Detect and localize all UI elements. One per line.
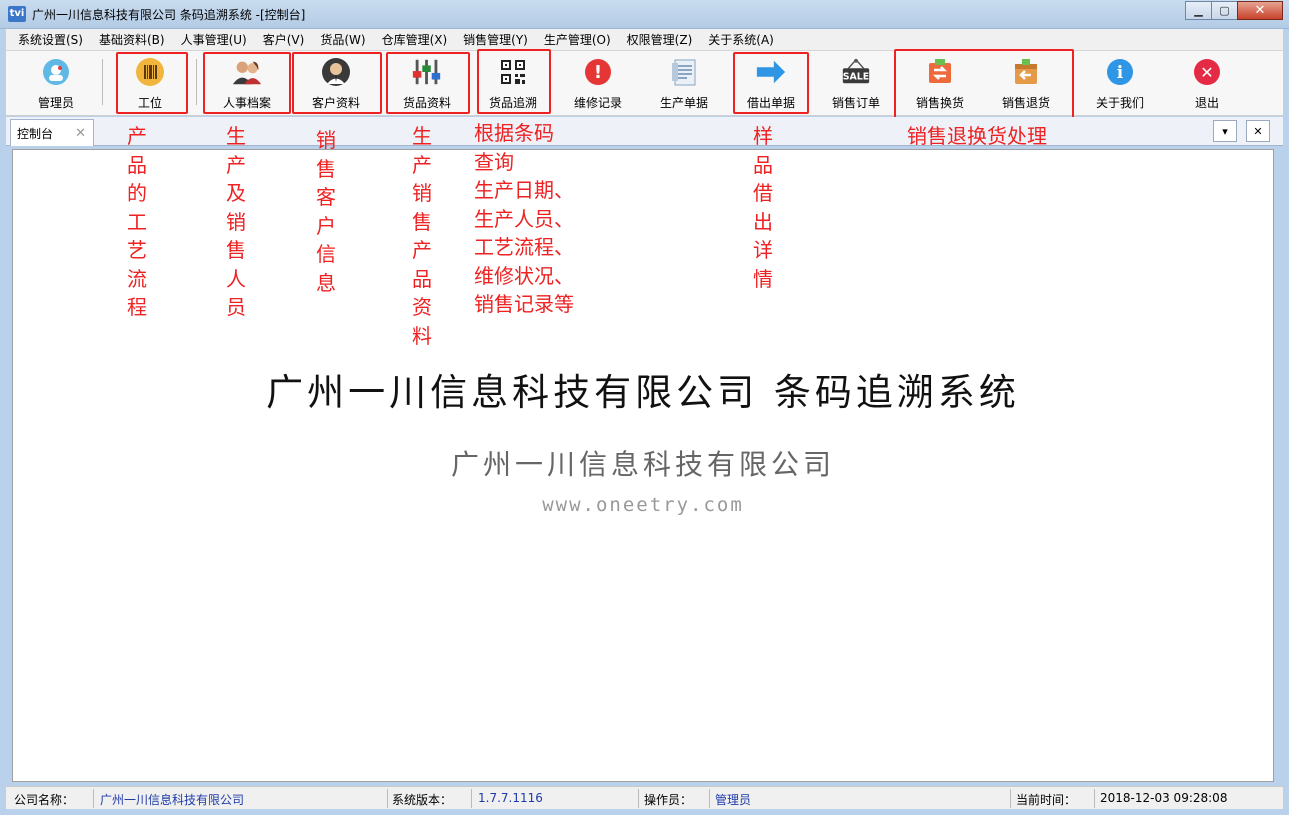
- highlight-personnel: [203, 52, 291, 114]
- status-separator: [1010, 789, 1011, 808]
- annotation-trace-line: 维修状况、: [474, 263, 574, 288]
- tab-close-icon[interactable]: ✕: [75, 126, 86, 141]
- system-title: 广州一川信息科技有限公司 条码追溯系统: [266, 371, 1020, 414]
- toolbar-separator: [102, 59, 103, 105]
- menu-goods[interactable]: 货品(W): [312, 30, 373, 50]
- about-us-label: 关于我们: [1095, 96, 1144, 110]
- highlight-workstation: [116, 52, 188, 114]
- exit-icon: ✕: [1191, 56, 1223, 88]
- console-content: 产品的工艺流程 生产及销售人员 销售客户信息 生产销售产品资料 根据条码 查询 …: [12, 121, 1274, 782]
- menu-warehouse[interactable]: 仓库管理(X): [374, 30, 456, 50]
- company-name-value: 广州一川信息科技有限公司: [100, 793, 245, 807]
- annotation-trace-line: 生产日期、: [474, 178, 574, 202]
- status-separator: [93, 789, 94, 808]
- tab-strip: 控制台 ✕ ▾ ✕: [6, 117, 1283, 146]
- exit-button[interactable]: ✕ 退出: [1172, 51, 1242, 115]
- menu-bar: 系统设置(S) 基础资料(B) 人事管理(U) 客户(V) 货品(W) 仓库管理…: [6, 29, 1283, 51]
- menu-customer[interactable]: 客户(V): [255, 30, 313, 50]
- highlight-exchange-return: [894, 49, 1074, 124]
- highlight-goods: [386, 52, 470, 114]
- production-docs-label: 生产单据: [659, 96, 708, 110]
- window-title: 广州一川信息科技有限公司 条码追溯系统 -[控制台]: [32, 8, 306, 22]
- status-separator: [387, 789, 388, 808]
- version-label: 系统版本：: [392, 793, 453, 807]
- sales-orders-label: 销售订单: [831, 96, 880, 110]
- annotation-exchange: 销售退换货处理: [907, 124, 1047, 148]
- company-name-label: 公司名称：: [14, 793, 75, 807]
- annotation-goods: 生产销售产品资料: [412, 124, 432, 348]
- status-separator: [638, 789, 639, 808]
- sale-badge-text: SALE: [843, 72, 869, 83]
- minimize-button[interactable]: ▁: [1185, 1, 1212, 20]
- annotation-workstation: 产品的工艺流程: [127, 124, 147, 319]
- tab-console-label: 控制台: [17, 126, 54, 141]
- annotation-lend: 样品借出详情: [753, 124, 773, 291]
- status-bar: 公司名称： 广州一川信息科技有限公司 系统版本： 1.7.7.1116 操作员：…: [6, 786, 1283, 809]
- highlight-trace: [477, 49, 551, 114]
- annotation-trace-line: 销售记录等: [474, 292, 574, 316]
- maximize-button[interactable]: ▢: [1211, 1, 1238, 20]
- sales-orders-button[interactable]: SALE 销售订单: [822, 51, 890, 115]
- annotation-trace: 根据条码 查询 生产日期、 生产人员、 工艺流程、 维修状况、 销售记录等: [474, 119, 574, 319]
- operator-label: 操作员：: [644, 793, 693, 807]
- version-value: 1.7.7.1116: [478, 791, 543, 805]
- repair-records-label: 维修记录: [573, 96, 622, 110]
- admin-icon: [40, 56, 72, 88]
- current-time-value: 2018-12-03 09:28:08: [1100, 791, 1228, 805]
- status-separator: [709, 789, 710, 808]
- annotation-personnel: 生产及销售人员: [226, 124, 246, 319]
- status-separator: [471, 789, 472, 808]
- annotation-trace-line: 查询: [474, 149, 514, 174]
- window-controls: ▁ ▢ ✕: [1185, 1, 1283, 20]
- exit-label: 退出: [1194, 96, 1219, 110]
- close-all-tabs-button[interactable]: ✕: [1246, 120, 1270, 142]
- company-website: www.oneetry.com: [542, 494, 744, 516]
- menu-permissions[interactable]: 权限管理(Z): [619, 30, 701, 50]
- app-logo-icon: tvi: [8, 6, 26, 22]
- highlight-customer: [292, 52, 382, 114]
- repair-glyph: !: [594, 62, 602, 83]
- menu-sales[interactable]: 销售管理(Y): [455, 30, 536, 50]
- current-time-label: 当前时间：: [1016, 793, 1077, 807]
- annotation-trace-line: 工艺流程、: [474, 235, 574, 259]
- close-window-button[interactable]: ✕: [1237, 1, 1283, 20]
- menu-hr[interactable]: 人事管理(U): [173, 30, 255, 50]
- annotation-customer: 销售客户信息: [316, 128, 336, 295]
- menu-basic-data[interactable]: 基础资料(B): [91, 30, 173, 50]
- menu-about-system[interactable]: 关于系统(A): [700, 30, 782, 50]
- menu-system-settings[interactable]: 系统设置(S): [10, 30, 91, 50]
- repair-icon: !: [582, 56, 614, 88]
- status-separator: [1094, 789, 1095, 808]
- production-docs-button[interactable]: 生产单据: [648, 51, 720, 115]
- operator-value: 管理员: [715, 793, 752, 807]
- info-glyph: i: [1117, 63, 1124, 83]
- title-bar: tvi 广州一川信息科技有限公司 条码追溯系统 -[控制台] ▁ ▢ ✕: [0, 0, 1289, 29]
- info-icon: i: [1104, 56, 1136, 88]
- repair-records-button[interactable]: ! 维修记录: [564, 51, 632, 115]
- highlight-lend: [733, 52, 809, 114]
- toolbar-separator: [196, 59, 197, 105]
- company-subtitle: 广州一川信息科技有限公司: [450, 448, 835, 481]
- admin-label: 管理员: [37, 96, 74, 110]
- sale-order-icon: SALE: [840, 56, 872, 88]
- tab-list-dropdown-button[interactable]: ▾: [1213, 120, 1237, 142]
- annotation-trace-line: 生产人员、: [474, 206, 574, 231]
- admin-button[interactable]: 管理员: [28, 51, 84, 115]
- menu-production[interactable]: 生产管理(O): [536, 30, 619, 50]
- about-us-button[interactable]: i 关于我们: [1084, 51, 1156, 115]
- annotation-trace-line: 根据条码: [474, 121, 554, 145]
- production-doc-icon: [668, 56, 700, 88]
- tab-console[interactable]: 控制台 ✕: [10, 119, 94, 146]
- exit-glyph: ✕: [1200, 63, 1213, 82]
- toolbar: 管理员 工位 人事档案 客户资料 货品资料 货品追溯 ! 维修记录 生产单据 借…: [6, 49, 1283, 124]
